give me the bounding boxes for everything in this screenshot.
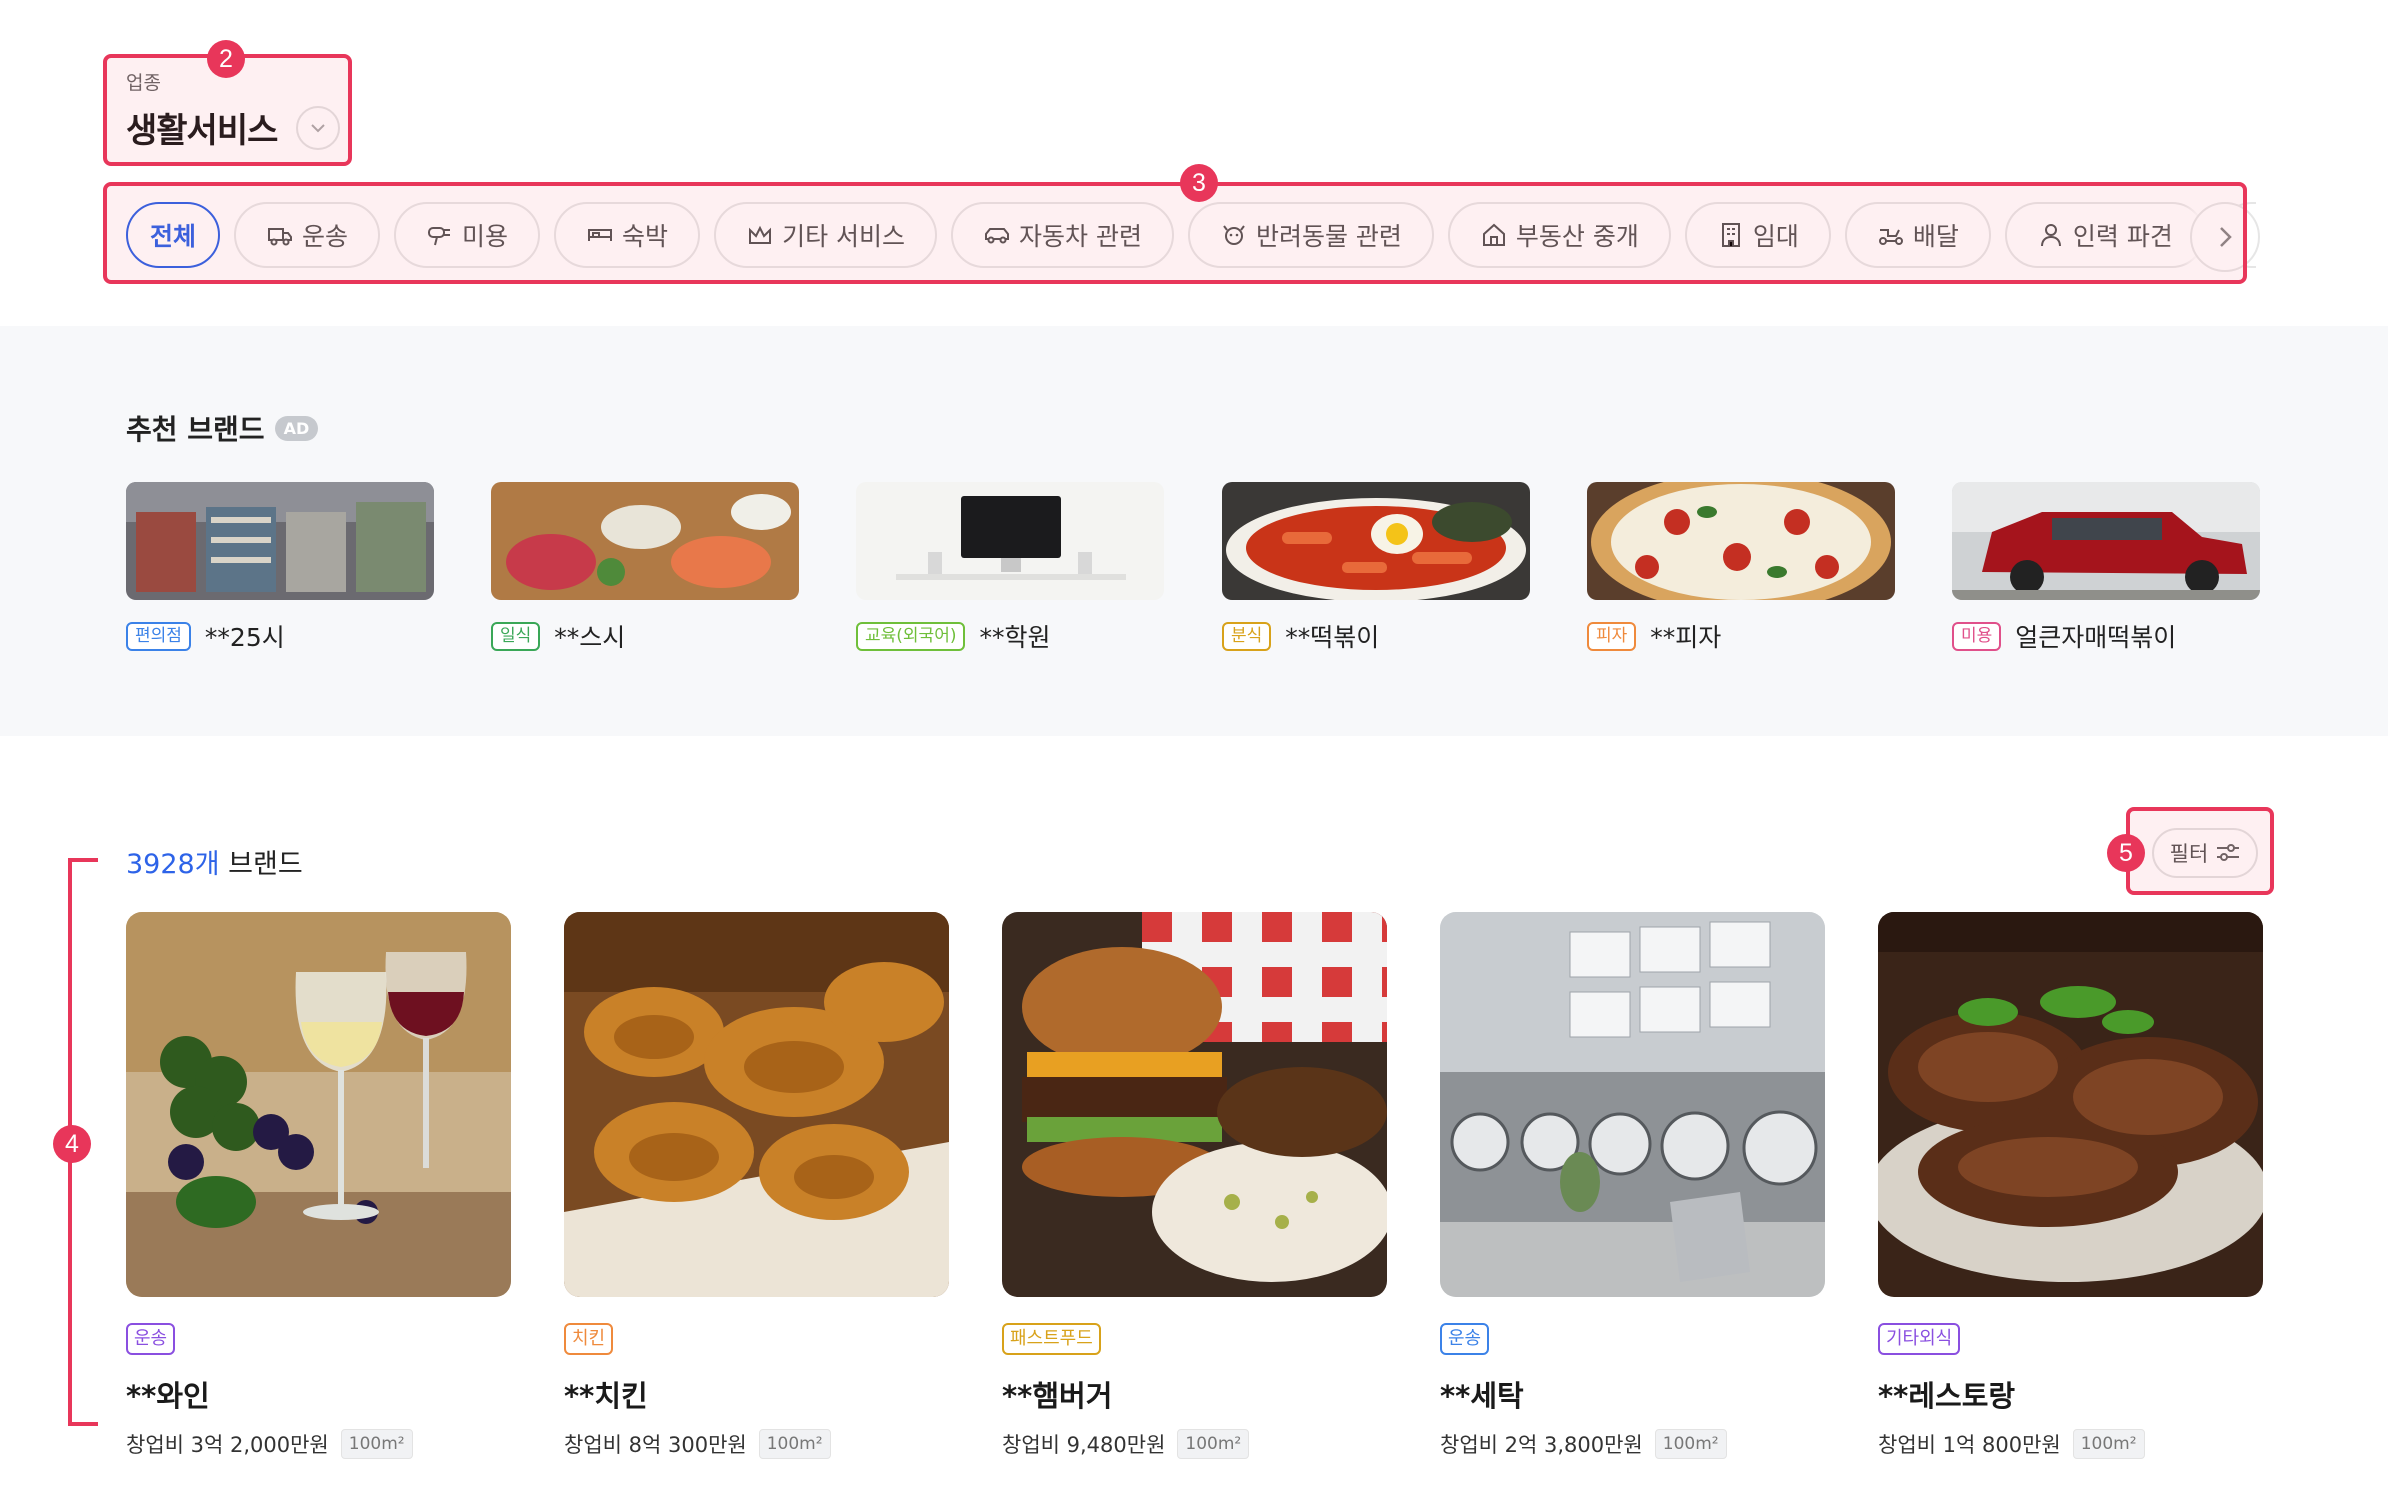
brand-image bbox=[1952, 482, 2260, 600]
brand-image bbox=[126, 482, 434, 600]
brand-image bbox=[491, 482, 799, 600]
recommended-title: 추천 브랜드 AD bbox=[126, 408, 319, 448]
brand-image bbox=[564, 912, 949, 1297]
brand-name: **와인 bbox=[126, 1379, 210, 1413]
area-badge: 100m² bbox=[1654, 1429, 1727, 1459]
startup-cost: 창업비 3억 2,000만원 bbox=[126, 1433, 329, 1457]
startup-cost: 창업비 8억 300만원 bbox=[564, 1433, 747, 1457]
category-tag: 패스트푸드 bbox=[1002, 1323, 1101, 1355]
brand-image bbox=[126, 912, 511, 1297]
brand-name: **25시 bbox=[204, 623, 285, 652]
recommended-title-text: 추천 브랜드 bbox=[126, 413, 265, 446]
startup-cost: 창업비 1억 800만원 bbox=[1878, 1433, 2061, 1457]
annotation-box-filter bbox=[2126, 807, 2274, 895]
brand-card[interactable]: 치킨 **치킨 창업비 8억 300만원 100m² bbox=[564, 912, 949, 1459]
brand-image bbox=[1440, 912, 1825, 1297]
ad-badge: AD bbox=[274, 415, 319, 441]
area-badge: 100m² bbox=[2072, 1429, 2145, 1459]
area-badge: 100m² bbox=[758, 1429, 831, 1459]
category-tag: 편의점 bbox=[126, 621, 191, 651]
brand-name: **햄버거 bbox=[1002, 1379, 1113, 1413]
brand-card[interactable]: 운송 **와인 창업비 3억 2,000만원 100m² bbox=[126, 912, 511, 1459]
brand-count-number: 3928개 bbox=[126, 849, 220, 880]
brand-name: **레스토랑 bbox=[1878, 1379, 2016, 1413]
recommended-card[interactable]: 교육(외국어) **학원 bbox=[856, 482, 1164, 654]
category-tag: 일식 bbox=[491, 621, 541, 651]
brand-name: **치킨 bbox=[564, 1379, 648, 1413]
annotation-number: 5 bbox=[2107, 834, 2145, 872]
annotation-number: 3 bbox=[1180, 164, 1218, 202]
recommended-card[interactable]: 일식 **스시 bbox=[491, 482, 799, 654]
brand-name: **스시 bbox=[554, 623, 626, 652]
brand-name: **학원 bbox=[979, 623, 1051, 652]
startup-cost: 창업비 9,480만원 bbox=[1002, 1433, 1166, 1457]
category-tag: 운송 bbox=[1440, 1323, 1490, 1355]
category-tag: 분식 bbox=[1222, 621, 1272, 651]
annotation-number: 2 bbox=[207, 40, 245, 78]
brand-image bbox=[1002, 912, 1387, 1297]
annotation-number: 4 bbox=[53, 1125, 91, 1163]
brand-count-suffix: 브랜드 bbox=[219, 849, 303, 880]
brand-name: 얼큰자매떡볶이 bbox=[2015, 623, 2177, 652]
brand-name: **세탁 bbox=[1440, 1379, 1524, 1413]
brand-image bbox=[1878, 912, 2263, 1297]
brand-image bbox=[1587, 482, 1895, 600]
area-badge: 100m² bbox=[1177, 1429, 1250, 1459]
recommended-card[interactable]: 편의점 **25시 bbox=[126, 482, 434, 654]
brand-card[interactable]: 패스트푸드 **햄버거 창업비 9,480만원 100m² bbox=[1002, 912, 1387, 1459]
brand-name: **떡볶이 bbox=[1285, 623, 1380, 652]
category-tag: 교육(외국어) bbox=[856, 621, 966, 651]
brand-name: **피자 bbox=[1650, 623, 1722, 652]
category-tag: 치킨 bbox=[564, 1323, 614, 1355]
brand-card[interactable]: 기타외식 **레스토랑 창업비 1억 800만원 100m² bbox=[1878, 912, 2263, 1459]
brand-image bbox=[1222, 482, 1530, 600]
category-tag: 미용 bbox=[1952, 621, 2002, 651]
startup-cost: 창업비 2억 3,800만원 bbox=[1440, 1433, 1643, 1457]
recommended-card[interactable]: 피자 **피자 bbox=[1587, 482, 1895, 654]
brand-card[interactable]: 운송 **세탁 창업비 2억 3,800만원 100m² bbox=[1440, 912, 1825, 1459]
brand-count: 3928개 브랜드 bbox=[126, 842, 303, 881]
recommended-card[interactable]: 미용 얼큰자매떡볶이 bbox=[1952, 482, 2260, 654]
category-tag: 운송 bbox=[126, 1323, 176, 1355]
area-badge: 100m² bbox=[340, 1429, 413, 1459]
category-tag: 피자 bbox=[1587, 621, 1637, 651]
category-tag: 기타외식 bbox=[1878, 1323, 1961, 1355]
brand-image bbox=[856, 482, 1164, 600]
annotation-box-categories bbox=[103, 182, 2247, 284]
recommended-card[interactable]: 분식 **떡볶이 bbox=[1222, 482, 1530, 654]
